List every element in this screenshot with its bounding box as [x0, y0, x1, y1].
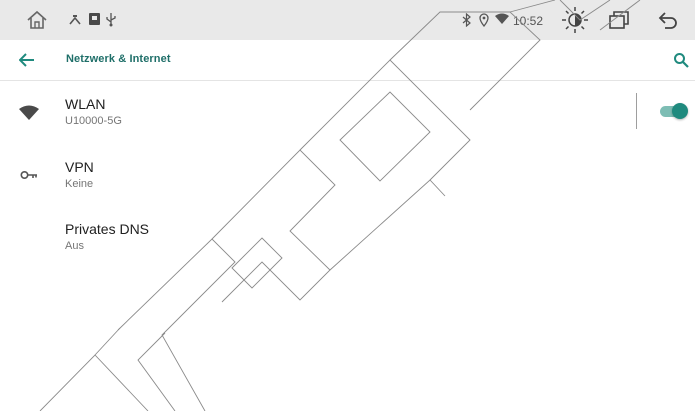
settings-item-vpn[interactable]: VPN Keine — [0, 146, 695, 208]
search-icon[interactable] — [673, 52, 689, 68]
wlan-toggle[interactable] — [656, 101, 689, 121]
recents-icon[interactable] — [608, 10, 630, 30]
home-icon[interactable] — [26, 9, 48, 31]
wifi-signal-icon — [495, 13, 509, 24]
settings-item-subtitle: Keine — [65, 178, 94, 190]
toggle-knob — [672, 103, 688, 119]
settings-item-title: VPN — [65, 159, 94, 175]
sd-card-icon — [89, 13, 100, 25]
usb-icon — [106, 13, 116, 27]
page-title: Netzwerk & Internet — [66, 53, 171, 65]
back-icon[interactable] — [657, 10, 679, 30]
bluetooth-icon — [462, 13, 471, 27]
dims-icon — [69, 15, 81, 25]
settings-item-title: Privates DNS — [65, 221, 150, 237]
arrow-left-icon[interactable] — [19, 53, 35, 67]
settings-item-wlan[interactable]: WLAN U10000-5G — [0, 82, 695, 144]
key-icon — [20, 170, 37, 180]
app-toolbar: Netzwerk & Internet — [0, 40, 695, 81]
settings-item-private-dns[interactable]: Privates DNS Aus — [0, 210, 695, 272]
divider — [636, 93, 637, 129]
wifi-icon — [19, 105, 39, 120]
settings-item-subtitle: Aus — [65, 240, 84, 252]
brightness-icon[interactable] — [561, 6, 589, 34]
location-icon — [479, 13, 489, 27]
settings-item-title: WLAN — [65, 96, 106, 112]
settings-item-subtitle: U10000-5G — [65, 115, 122, 127]
clock: 10:52 — [513, 14, 544, 28]
status-bar: 10:52 — [0, 0, 695, 40]
